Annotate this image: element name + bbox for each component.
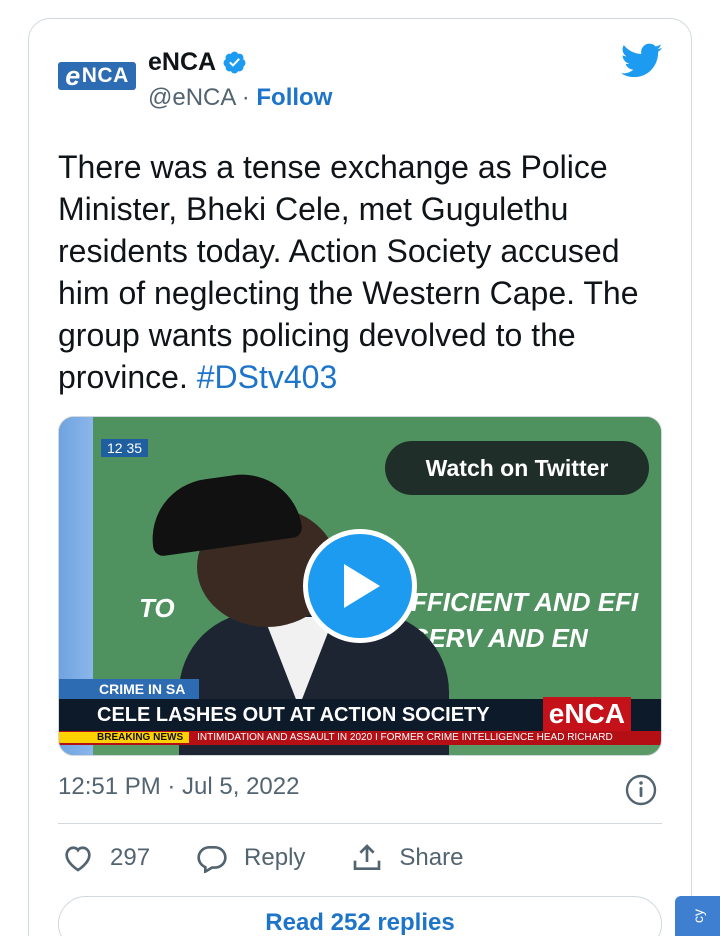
reply-label: Reply bbox=[244, 844, 306, 871]
channel-logo: eNCA bbox=[542, 697, 631, 731]
reply-button[interactable]: Reply bbox=[196, 843, 305, 873]
tweet-text: There was a tense exchange as Police Min… bbox=[58, 149, 639, 395]
like-count: 297 bbox=[110, 844, 151, 871]
video-bg-text: SERV AND EN bbox=[411, 623, 588, 653]
side-tab[interactable]: cy bbox=[675, 896, 720, 936]
follow-button[interactable]: Follow bbox=[256, 84, 332, 111]
author-name-row: eNCA bbox=[148, 48, 247, 77]
play-button[interactable] bbox=[303, 529, 417, 643]
video-clip-time: 12 35 bbox=[101, 439, 149, 457]
divider bbox=[58, 823, 662, 824]
verified-badge-icon bbox=[223, 51, 246, 74]
hashtag-link[interactable]: #DStv403 bbox=[197, 359, 338, 395]
play-icon bbox=[344, 564, 380, 608]
read-replies-button[interactable]: Read 252 replies bbox=[58, 896, 662, 936]
like-button[interactable]: 297 bbox=[62, 843, 150, 873]
video-bg-text: TO bbox=[139, 593, 175, 623]
heart-icon bbox=[65, 846, 91, 872]
share-button[interactable]: Share bbox=[351, 843, 463, 873]
video-media[interactable]: 12 35 TO FFICIENT AND EFI SERV AND EN Wa… bbox=[58, 416, 662, 756]
author-handle[interactable]: @eNCA bbox=[148, 84, 235, 111]
video-bg-text: FFICIENT AND EFI bbox=[411, 587, 639, 617]
video-category-label: CRIME IN SA bbox=[59, 679, 199, 699]
tweet-timestamp[interactable]: 12:51 PM · Jul 5, 2022 bbox=[58, 773, 299, 801]
share-icon bbox=[354, 844, 381, 870]
ticker-text: INTIMIDATION AND ASSAULT IN 2020 I FORME… bbox=[197, 732, 613, 743]
ticker-tag: BREAKING NEWS bbox=[59, 732, 190, 743]
reply-icon bbox=[197, 846, 227, 873]
author-handle-row: @eNCA · Follow bbox=[148, 84, 333, 111]
author-display-name[interactable]: eNCA bbox=[148, 48, 216, 77]
twitter-bird-icon[interactable] bbox=[621, 43, 663, 79]
info-icon[interactable] bbox=[625, 774, 657, 806]
tweet-actions: 297 Reply Share bbox=[62, 843, 509, 873]
enca-avatar-logo[interactable]: e NCA bbox=[58, 61, 136, 91]
share-label: Share bbox=[399, 844, 464, 871]
watch-on-twitter-button[interactable]: Watch on Twitter bbox=[385, 441, 649, 495]
news-ticker: BREAKING NEWS INTIMIDATION AND ASSAULT IN… bbox=[59, 731, 661, 745]
